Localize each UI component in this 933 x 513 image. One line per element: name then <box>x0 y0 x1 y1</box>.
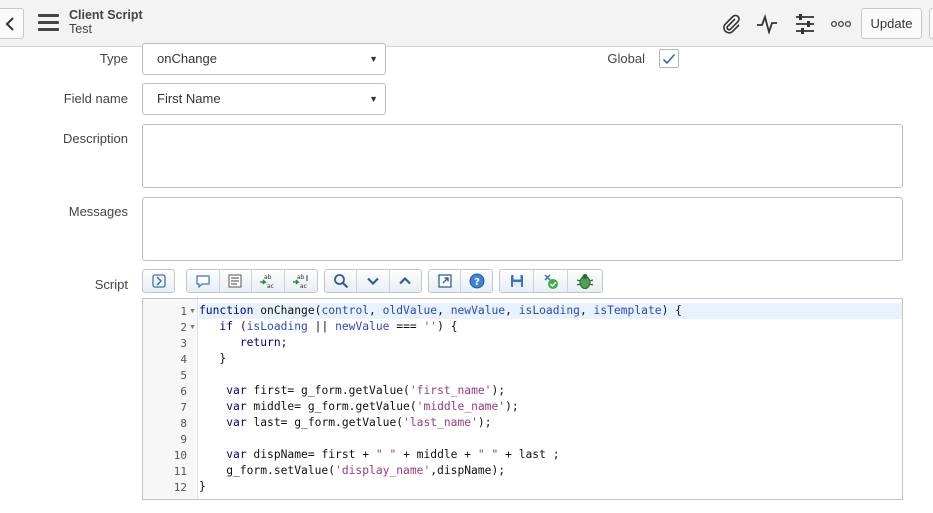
code-line: var dispName= first + " " + middle + " "… <box>226 448 560 461</box>
code-line: } <box>199 480 206 493</box>
svg-text:?: ? <box>474 277 480 288</box>
help-button[interactable]: ? <box>461 270 492 292</box>
script-label: Script <box>94 277 128 292</box>
find-previous-icon <box>399 277 412 285</box>
comment-icon <box>196 274 210 288</box>
caret-down-icon: ▼ <box>369 94 378 104</box>
fullscreen-button[interactable] <box>429 270 461 292</box>
activity-pulse-icon[interactable] <box>755 12 779 36</box>
search-icon <box>333 274 348 289</box>
more-options-icon[interactable] <box>829 12 853 36</box>
title-block: Client Script Test <box>69 8 143 36</box>
type-select[interactable]: onChange ▼ <box>142 43 386 75</box>
field-name-select-value: First Name <box>157 91 221 106</box>
validate-script-icon <box>543 273 558 289</box>
field-name-select[interactable]: First Name ▼ <box>142 83 386 115</box>
line-number: 7 <box>180 401 187 414</box>
paperclip-icon[interactable] <box>719 12 743 36</box>
fold-arrow-icon[interactable]: ▼ <box>189 308 196 315</box>
field-name-label: Field name <box>63 91 128 106</box>
line-number: 10 <box>173 449 187 462</box>
toolbar-group-view: ? <box>428 269 493 293</box>
save-icon <box>510 275 523 287</box>
code-line: var middle= g_form.getValue('middle_name… <box>226 400 519 413</box>
debug-icon <box>576 273 594 289</box>
line-number: 3 <box>180 337 187 350</box>
fold-arrow-icon[interactable]: ▼ <box>189 324 196 331</box>
toolbar-group-actions <box>499 269 603 293</box>
help-icon: ? <box>469 273 484 289</box>
format-code-icon <box>228 274 242 288</box>
description-textarea[interactable] <box>142 124 903 188</box>
checkmark-icon <box>662 53 676 64</box>
form-header: Client Script Test Update <box>0 0 933 47</box>
script-editor[interactable]: 1 2 3 4 5 6 7 8 9 10 11 12 ▼ ▼ function … <box>142 298 903 500</box>
toggle-syntax-editor-icon <box>151 274 166 288</box>
code-line: g_form.setValue('display_name',dispName)… <box>199 464 506 477</box>
sliders-icon[interactable] <box>793 12 817 36</box>
replace-icon: ab ac <box>259 274 274 289</box>
update-button[interactable]: Update <box>861 8 922 39</box>
page-subtitle: Test <box>69 22 92 36</box>
search-button[interactable] <box>325 270 358 292</box>
page-title: Client Script <box>69 8 143 22</box>
line-number: 12 <box>173 481 187 494</box>
save-button[interactable] <box>500 270 534 292</box>
svg-text:ac: ac <box>300 283 307 289</box>
messages-textarea[interactable] <box>142 197 903 261</box>
code-line: return; <box>239 336 288 349</box>
back-button[interactable] <box>0 8 24 39</box>
find-previous-button[interactable] <box>390 270 421 292</box>
toolbar-group-toggle <box>142 269 175 293</box>
replace-all-icon: ab ac <box>292 274 308 289</box>
line-number: 2 <box>180 321 187 334</box>
code-line: var last= g_form.getValue('last_name'); <box>226 416 492 429</box>
format-code-button[interactable] <box>220 270 252 292</box>
type-label: Type <box>99 51 128 66</box>
code-line: var first= g_form.getValue('first_name')… <box>226 384 506 397</box>
svg-text:ac: ac <box>267 283 274 289</box>
line-number: 8 <box>180 417 187 430</box>
type-select-value: onChange <box>157 51 217 66</box>
line-number: 5 <box>180 369 187 382</box>
toolbar-group-search <box>324 269 422 293</box>
toggle-syntax-editor-button[interactable] <box>143 270 174 292</box>
replace-all-button[interactable]: ab ac <box>285 270 317 292</box>
description-label: Description <box>62 131 128 146</box>
svg-text:ab: ab <box>297 274 305 281</box>
line-number: 1 <box>180 305 187 318</box>
global-label: Global <box>607 51 645 66</box>
code-line: function onChange(control, oldValue, new… <box>199 303 902 319</box>
global-checkbox[interactable] <box>659 49 679 68</box>
debug-button[interactable] <box>568 270 602 292</box>
find-next-button[interactable] <box>357 270 390 292</box>
messages-label: Messages <box>68 204 128 219</box>
toolbar-group-edit: ab ac ab ac <box>186 269 318 293</box>
line-number: 9 <box>180 433 187 446</box>
svg-text:ab: ab <box>264 274 272 281</box>
find-next-icon <box>367 277 379 285</box>
fullscreen-icon <box>437 274 452 288</box>
code-line: } <box>199 352 227 365</box>
line-number: 4 <box>180 353 187 366</box>
line-number: 11 <box>173 465 187 478</box>
comment-button[interactable] <box>187 270 220 292</box>
chevron-left-icon <box>5 16 14 31</box>
line-number: 6 <box>180 385 187 398</box>
validate-script-button[interactable] <box>534 270 568 292</box>
hamburger-menu-icon[interactable] <box>38 14 59 32</box>
caret-down-icon: ▼ <box>369 54 378 64</box>
partial-button[interactable] <box>929 8 933 39</box>
code-line: if (isLoading || newValue === '') { <box>219 320 458 333</box>
replace-button[interactable]: ab ac <box>252 270 285 292</box>
line-number-gutter: 1 2 3 4 5 6 7 8 9 10 11 12 ▼ ▼ <box>143 299 198 499</box>
